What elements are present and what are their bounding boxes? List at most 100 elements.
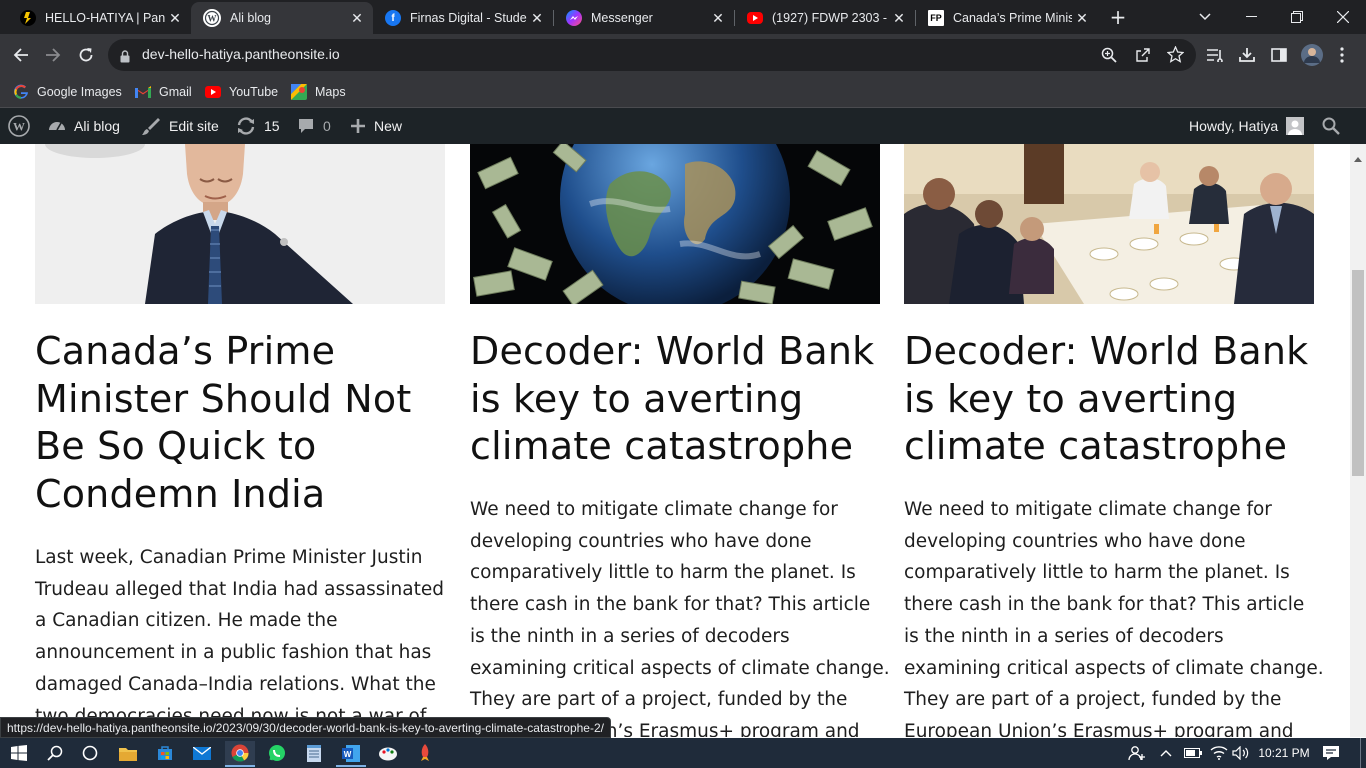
bookmark-maps[interactable]: Maps: [291, 82, 346, 102]
bookmark-gmail[interactable]: Gmail: [135, 82, 192, 102]
share-icon[interactable]: [1135, 47, 1151, 67]
dinner-meeting-photo: [904, 144, 1314, 304]
tab-canada-prime-minister[interactable]: FP Canada’s Prime Minis ✕: [916, 2, 1098, 34]
messenger-icon: [566, 10, 582, 26]
side-panel-icon[interactable]: [1265, 41, 1293, 69]
user-avatar: [1286, 117, 1305, 135]
battery-icon[interactable]: [1184, 738, 1202, 768]
show-desktop-button[interactable]: [1360, 738, 1366, 768]
bookmark-youtube[interactable]: YouTube: [205, 82, 278, 102]
bookmark-star-icon[interactable]: [1166, 45, 1185, 67]
post-excerpt: We need to mitigate climate change for d…: [904, 499, 1324, 737]
updates-icon: [237, 117, 255, 135]
wp-search-icon[interactable]: [1322, 108, 1348, 144]
address-bar[interactable]: dev-hello-hatiya.pantheonsite.io: [108, 39, 1196, 71]
search-icon[interactable]: [40, 741, 70, 765]
tab-youtube-fdwp[interactable]: (1927) FDWP 2303 - C ✕: [735, 2, 915, 34]
close-tab-icon[interactable]: ✕: [889, 10, 909, 27]
svg-text:W: W: [344, 750, 352, 759]
paint-icon[interactable]: [373, 741, 403, 765]
close-window-button[interactable]: [1320, 0, 1366, 34]
whatsapp-icon[interactable]: [262, 741, 292, 765]
tab-firnas-digital[interactable]: f Firnas Digital - Studen ✕: [373, 2, 553, 34]
wp-new-content[interactable]: New: [350, 108, 402, 144]
man-in-suit-photo: [35, 144, 445, 304]
blog-post-grid: Canada’s Prime Minister Should Not Be So…: [0, 144, 1350, 737]
close-tab-icon[interactable]: ✕: [708, 10, 728, 27]
bookmark-label: Maps: [315, 85, 346, 99]
gmail-icon: [135, 84, 151, 100]
new-tab-button[interactable]: +: [1096, 0, 1140, 34]
reading-list-icon[interactable]: [1201, 41, 1229, 69]
youtube-icon: [205, 84, 221, 100]
volume-icon[interactable]: [1232, 738, 1250, 768]
bookmark-google-images[interactable]: Google Images: [13, 82, 122, 102]
action-center-icon[interactable]: [1322, 738, 1340, 768]
new-label: New: [374, 118, 403, 134]
word-icon[interactable]: W: [336, 741, 366, 767]
wp-edit-site[interactable]: Edit site: [141, 108, 219, 144]
post-title-link[interactable]: Decoder: World Bank is key to averting c…: [904, 328, 1324, 471]
wp-admin-bar: W Ali blog Edit site 15 0 New Howdy, Hat…: [0, 108, 1366, 144]
profile-avatar[interactable]: [1298, 41, 1326, 69]
lock-icon[interactable]: [120, 48, 130, 67]
minimize-button[interactable]: [1228, 0, 1274, 34]
wp-site-name[interactable]: Ali blog: [48, 108, 120, 144]
url-text: dev-hello-hatiya.pantheonsite.io: [142, 46, 340, 62]
reload-icon[interactable]: [72, 41, 100, 69]
task-view-icon[interactable]: [75, 741, 105, 765]
close-tab-icon[interactable]: ✕: [347, 10, 367, 27]
close-tab-icon[interactable]: ✕: [1072, 10, 1092, 27]
system-clock[interactable]: 10:21 PM: [1258, 738, 1310, 768]
tab-messenger[interactable]: Messenger ✕: [554, 2, 734, 34]
tab-hello-hatiya[interactable]: HELLO-HATIYA | Panth ✕: [8, 2, 191, 34]
comment-icon: [299, 119, 313, 133]
wifi-icon[interactable]: [1210, 738, 1228, 768]
fp-icon: FP: [928, 10, 944, 26]
scrollbar-thumb[interactable]: [1352, 270, 1364, 476]
windows-start-icon[interactable]: [4, 741, 34, 765]
back-icon[interactable]: [7, 41, 35, 69]
scroll-up-icon[interactable]: [1354, 147, 1362, 166]
wp-my-account[interactable]: Howdy, Hatiya: [1189, 108, 1312, 144]
show-hidden-icons[interactable]: [1160, 738, 1172, 768]
earth-with-money-photo: [470, 144, 880, 304]
close-tab-icon[interactable]: ✕: [527, 10, 547, 27]
post-title-link[interactable]: Canada’s Prime Minister Should Not Be So…: [35, 328, 455, 518]
pantheon-icon: [20, 10, 36, 26]
browser-toolbar: dev-hello-hatiya.pantheonsite.io: [0, 34, 1366, 76]
wp-comments[interactable]: 0: [297, 108, 331, 144]
rocket-app-icon[interactable]: [410, 741, 440, 765]
svg-text:W: W: [13, 120, 25, 134]
bookmark-label: YouTube: [229, 85, 279, 99]
bookmarks-bar: Google Images Gmail YouTube Maps: [0, 76, 1366, 108]
tab-search-icon[interactable]: [1182, 0, 1228, 34]
notepad-icon[interactable]: [299, 741, 329, 765]
close-tab-icon[interactable]: ✕: [165, 10, 185, 27]
wp-updates[interactable]: 15: [236, 108, 280, 144]
store-icon[interactable]: [150, 741, 180, 765]
download-icon[interactable]: [1233, 41, 1261, 69]
tab-title: Canada’s Prime Minis: [953, 11, 1072, 25]
chrome-taskbar-icon[interactable]: [225, 741, 255, 767]
post-excerpt: Last week, Canadian Prime Minister Justi…: [35, 547, 444, 727]
people-icon[interactable]: [1128, 738, 1146, 768]
file-explorer-icon[interactable]: [113, 741, 143, 765]
post-title-link[interactable]: Decoder: World Bank is key to averting c…: [470, 328, 890, 471]
restore-button[interactable]: [1274, 0, 1320, 34]
mail-icon[interactable]: [187, 741, 217, 765]
windows-taskbar: W 10:21 PM: [0, 738, 1366, 768]
post-featured-image[interactable]: [904, 144, 1314, 304]
forward-icon[interactable]: [39, 41, 67, 69]
zoom-icon[interactable]: [1101, 47, 1117, 67]
page-scrollbar[interactable]: [1350, 144, 1366, 743]
comments-count: 0: [323, 118, 331, 134]
tab-ali-blog[interactable]: W Ali blog ✕: [191, 2, 373, 34]
menu-icon[interactable]: [1328, 41, 1356, 69]
post-featured-image[interactable]: [35, 144, 445, 304]
tab-title: Messenger: [591, 11, 653, 25]
post-excerpt: We need to mitigate climate change for d…: [470, 499, 890, 737]
tab-title: Firnas Digital - Studen: [410, 11, 527, 25]
wordpress-logo-icon[interactable]: W: [8, 108, 38, 144]
post-featured-image[interactable]: [470, 144, 880, 304]
